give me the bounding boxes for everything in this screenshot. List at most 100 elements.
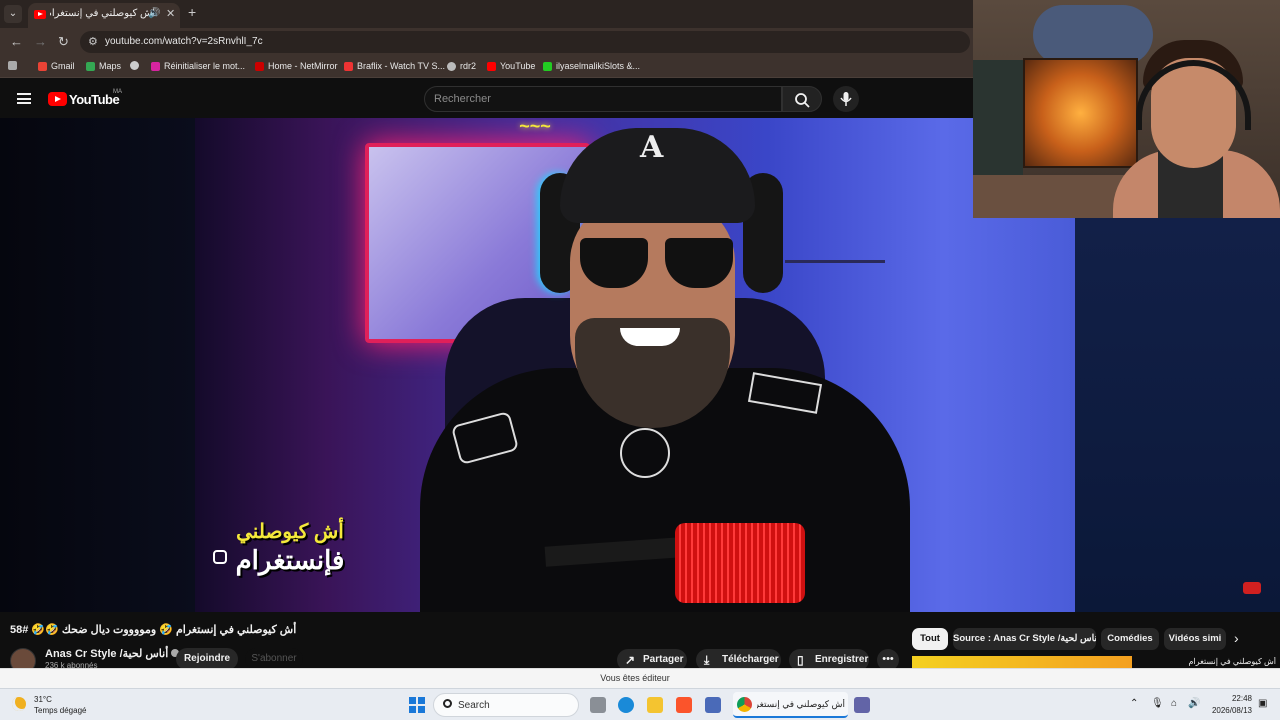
k-icon	[543, 61, 552, 71]
new-tab-icon[interactable]: +	[188, 4, 196, 20]
bookmark-braflix[interactable]: Braflix - Watch TV S...	[344, 61, 445, 71]
netmirror-icon	[255, 61, 264, 71]
hamburger-menu-icon[interactable]	[17, 93, 31, 104]
taskbar-window-title: أش كيوصلني في إنستغراه	[757, 699, 845, 709]
search-placeholder: Rechercher	[434, 93, 491, 105]
chip-source[interactable]: Source : Anas Cr Style /أناس لحية	[953, 628, 1096, 650]
bookmark-slots[interactable]: ilyaselmalikiSlots &...	[543, 61, 640, 71]
bookmark-reset-password[interactable]: Réinitialiser le mot...	[151, 61, 245, 71]
desk	[973, 175, 1133, 218]
bookmark-youtube[interactable]: YouTube	[487, 61, 535, 71]
bookmark-netmirror[interactable]: Home - NetMirror	[255, 61, 338, 71]
browser-tab-bar: ⌄ أش كيوصلني في إنستغرام 🔊 ✕ +	[0, 0, 973, 28]
shirt-graphic	[620, 428, 670, 478]
tab-title: أش كيوصلني في إنستغرام	[50, 8, 155, 19]
windows-taskbar: 31°C Temps dégagé Search أش كيوصلني في إ…	[0, 688, 1280, 720]
clock-time[interactable]: 22:48	[1220, 694, 1252, 703]
address-bar: ← → ↻ ⚙ youtube.com/watch?v=2sRnvhlI_7c	[0, 28, 973, 56]
weather-moon-icon[interactable]	[12, 697, 26, 711]
bookmarks-bar: Gmail Maps Réinitialiser le mot... Home …	[0, 56, 973, 78]
bookmark-rdr2[interactable]: rdr2	[447, 61, 476, 71]
subscribe-button[interactable]: S'abonner	[245, 648, 303, 670]
globe-icon	[447, 61, 456, 71]
teams-icon[interactable]	[854, 697, 870, 713]
url-text[interactable]: youtube.com/watch?v=2sRnvhlI_7c	[105, 36, 263, 47]
video-letterbox-left	[0, 118, 195, 612]
store-icon[interactable]	[705, 697, 721, 713]
tab-search-icon[interactable]: ⌄	[4, 5, 22, 23]
overlay-line-2: فإنستغرام	[235, 545, 345, 575]
overlay-line-1: أش كيوصلني	[236, 521, 344, 543]
wifi-icon[interactable]: ⌂	[1171, 698, 1177, 709]
youtube-icon	[487, 61, 496, 71]
notification-icon[interactable]: ▣	[1258, 698, 1267, 709]
bookmark-gmail[interactable]: Gmail	[38, 61, 75, 71]
anime-poster	[1023, 58, 1138, 168]
brave-icon[interactable]	[676, 697, 692, 713]
braflix-icon	[344, 61, 353, 71]
cap-logo-icon: A	[640, 130, 664, 165]
url-field[interactable]: ⚙ youtube.com/watch?v=2sRnvhlI_7c	[80, 31, 970, 53]
search-input[interactable]: Rechercher	[424, 86, 782, 112]
taskbar-search-label: Search	[458, 700, 490, 711]
bookmark-globe[interactable]	[130, 61, 139, 70]
microphone-icon	[840, 92, 852, 106]
microphone-icon[interactable]: 🎙	[1151, 698, 1164, 709]
red-microphone	[675, 523, 805, 603]
youtube-logo-icon[interactable]	[48, 92, 67, 106]
volume-icon[interactable]: 🔊	[1188, 698, 1200, 709]
chip-comedy[interactable]: Comédies	[1101, 628, 1159, 650]
search-icon	[795, 93, 810, 108]
site-info-icon[interactable]: ⚙	[88, 35, 98, 48]
weather-description[interactable]: Temps dégagé	[34, 706, 86, 715]
gmail-icon	[38, 61, 47, 71]
editor-banner: Vous êtes éditeur	[0, 668, 1280, 688]
search-button[interactable]	[782, 86, 822, 112]
video-overlay-text: أش كيوصلني فإنستغرام	[210, 518, 370, 574]
instagram-icon	[213, 550, 227, 564]
video-player[interactable]: ~~~ A أش كيوصلني فإنستغرام	[195, 118, 1075, 612]
search-icon	[443, 699, 452, 708]
video-title: أش كيوصلني في إنستغرام 🤣 ومووووت ديال ضح…	[10, 624, 297, 636]
chip-similar[interactable]: Vidéos simi	[1164, 628, 1226, 650]
speaker-icon[interactable]: 🔊	[148, 8, 160, 19]
channel-name[interactable]: Anas Cr Style /أناس لحية	[45, 647, 180, 660]
neon-sign: ~~~	[519, 118, 551, 136]
reload-icon[interactable]: ↻	[58, 34, 69, 50]
apps-grid-icon[interactable]	[8, 61, 17, 70]
youtube-header: YouTube MA Rechercher	[0, 80, 973, 118]
file-explorer-icon[interactable]	[647, 697, 663, 713]
chevron-right-icon[interactable]: ›	[1234, 630, 1239, 646]
game-controller	[1033, 5, 1153, 65]
windows-start-icon[interactable]	[409, 697, 425, 713]
taskbar-chrome-window[interactable]: أش كيوصلني في إنستغراه	[733, 692, 848, 718]
edge-icon[interactable]	[618, 697, 634, 713]
maps-icon	[86, 61, 95, 71]
recommended-thumbnail[interactable]	[912, 656, 1132, 668]
join-button[interactable]: Rejoindre	[176, 648, 238, 670]
youtube-watermark-icon	[1243, 582, 1261, 594]
chrome-icon	[737, 697, 752, 712]
webcam-overlay	[973, 0, 1280, 218]
voice-search-button[interactable]	[833, 86, 859, 112]
weather-temperature[interactable]: 31°C	[34, 695, 52, 704]
forward-arrow-icon[interactable]: →	[34, 34, 47, 49]
close-tab-icon[interactable]: ✕	[166, 7, 175, 20]
shelf	[785, 203, 885, 263]
instagram-icon	[151, 61, 160, 71]
recommended-title[interactable]: أش كيوصلني في إنستغرام	[1136, 657, 1276, 666]
chip-all[interactable]: Tout	[912, 628, 948, 650]
youtube-favicon-icon	[34, 10, 46, 19]
taskbar-search[interactable]: Search	[433, 693, 579, 717]
globe-icon	[130, 61, 139, 70]
chevron-up-icon[interactable]: ⌃	[1130, 698, 1138, 709]
clock-date[interactable]: 2026/08/13	[1206, 706, 1252, 715]
browser-tab-active[interactable]: أش كيوصلني في إنستغرام 🔊 ✕	[28, 3, 180, 28]
video-info: أش كيوصلني في إنستغرام 🤣 ومووووت ديال ضح…	[0, 612, 1280, 674]
sunglasses-right	[665, 238, 733, 288]
youtube-logo-text[interactable]: YouTube	[69, 92, 120, 107]
editor-banner-text: Vous êtes éditeur	[600, 673, 670, 683]
task-view-icon[interactable]	[590, 697, 606, 713]
back-arrow-icon[interactable]: ←	[10, 34, 23, 49]
bookmark-maps[interactable]: Maps	[86, 61, 121, 71]
